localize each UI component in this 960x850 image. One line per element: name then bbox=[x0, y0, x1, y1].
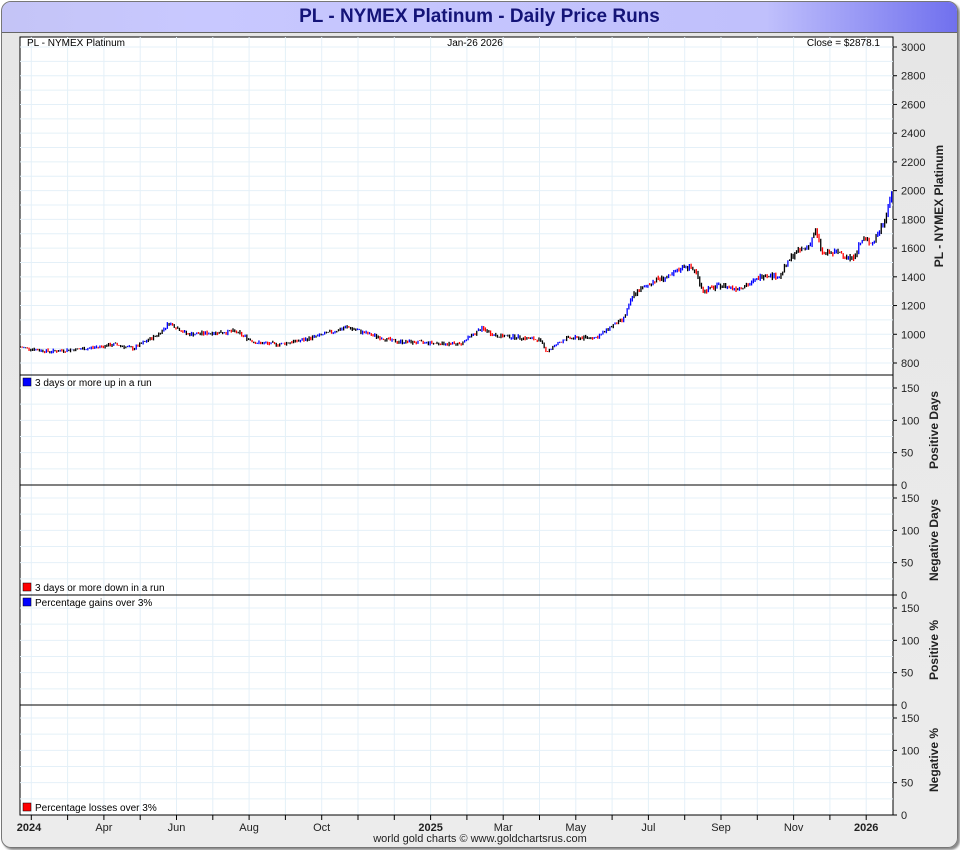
panel-axis-title: Negative % bbox=[927, 728, 941, 792]
plot-area bbox=[19, 36, 894, 816]
y-tick-label: 0 bbox=[901, 590, 907, 602]
y-tick-label: 100 bbox=[901, 415, 919, 427]
y-tick-label: 150 bbox=[901, 713, 919, 725]
panel-legend: 3 days or more down in a run bbox=[35, 583, 165, 594]
y-tick-label: 2000 bbox=[901, 186, 925, 198]
panel-axis-title: Positive % bbox=[927, 620, 941, 680]
y-tick-label: 150 bbox=[901, 383, 919, 395]
price-axis-title: PL - NYMEX Platinum bbox=[932, 145, 946, 267]
y-tick-label: 100 bbox=[901, 635, 919, 647]
footer-credit: world gold charts © www.goldchartsrus.co… bbox=[373, 833, 587, 845]
price-chart: 0 50 100 150 Positive Days 3 days or more up … bbox=[17, 36, 946, 834]
y-tick-label: 2600 bbox=[901, 99, 925, 111]
y-tick-label: 1400 bbox=[901, 272, 925, 284]
y-tick-label: 1600 bbox=[901, 243, 925, 255]
y-tick-label: 100 bbox=[901, 745, 919, 757]
y-tick-label: 150 bbox=[901, 493, 919, 505]
legend-swatch bbox=[22, 582, 32, 592]
y-tick-label: 2800 bbox=[901, 71, 925, 83]
y-tick-label: 100 bbox=[901, 525, 919, 537]
y-tick-label: 150 bbox=[901, 603, 919, 615]
y-tick-label: 1000 bbox=[901, 329, 925, 341]
panel-axis-title: Positive Days bbox=[927, 391, 941, 469]
y-tick-label: 2400 bbox=[901, 128, 925, 140]
panel-legend: 3 days or more up in a run bbox=[35, 378, 152, 389]
legend-swatch bbox=[22, 597, 32, 607]
header-symbol: PL - NYMEX Platinum bbox=[27, 38, 125, 49]
legend-swatch bbox=[22, 802, 32, 812]
panel-legend: Percentage gains over 3% bbox=[35, 598, 152, 609]
panel-legend: Percentage losses over 3% bbox=[35, 803, 157, 814]
y-tick-label: 2200 bbox=[901, 157, 925, 169]
y-tick-label: 0 bbox=[901, 810, 907, 822]
y-tick-label: 50 bbox=[901, 668, 913, 680]
header-close: Close = $2878.1 bbox=[807, 38, 881, 49]
y-tick-label: 50 bbox=[901, 558, 913, 570]
y-tick-label: 1800 bbox=[901, 214, 925, 226]
y-tick-label: 3000 bbox=[901, 42, 925, 54]
y-tick-label: 1200 bbox=[901, 301, 925, 313]
header-date: Jan-26 2026 bbox=[447, 38, 503, 49]
legend-swatch bbox=[22, 377, 32, 387]
panel-axis-title: Negative Days bbox=[927, 499, 941, 581]
y-tick-label: 50 bbox=[901, 448, 913, 460]
y-tick-label: 50 bbox=[901, 778, 913, 790]
y-tick-label: 0 bbox=[901, 480, 907, 492]
y-tick-label: 800 bbox=[901, 358, 919, 370]
y-tick-label: 0 bbox=[901, 700, 907, 712]
